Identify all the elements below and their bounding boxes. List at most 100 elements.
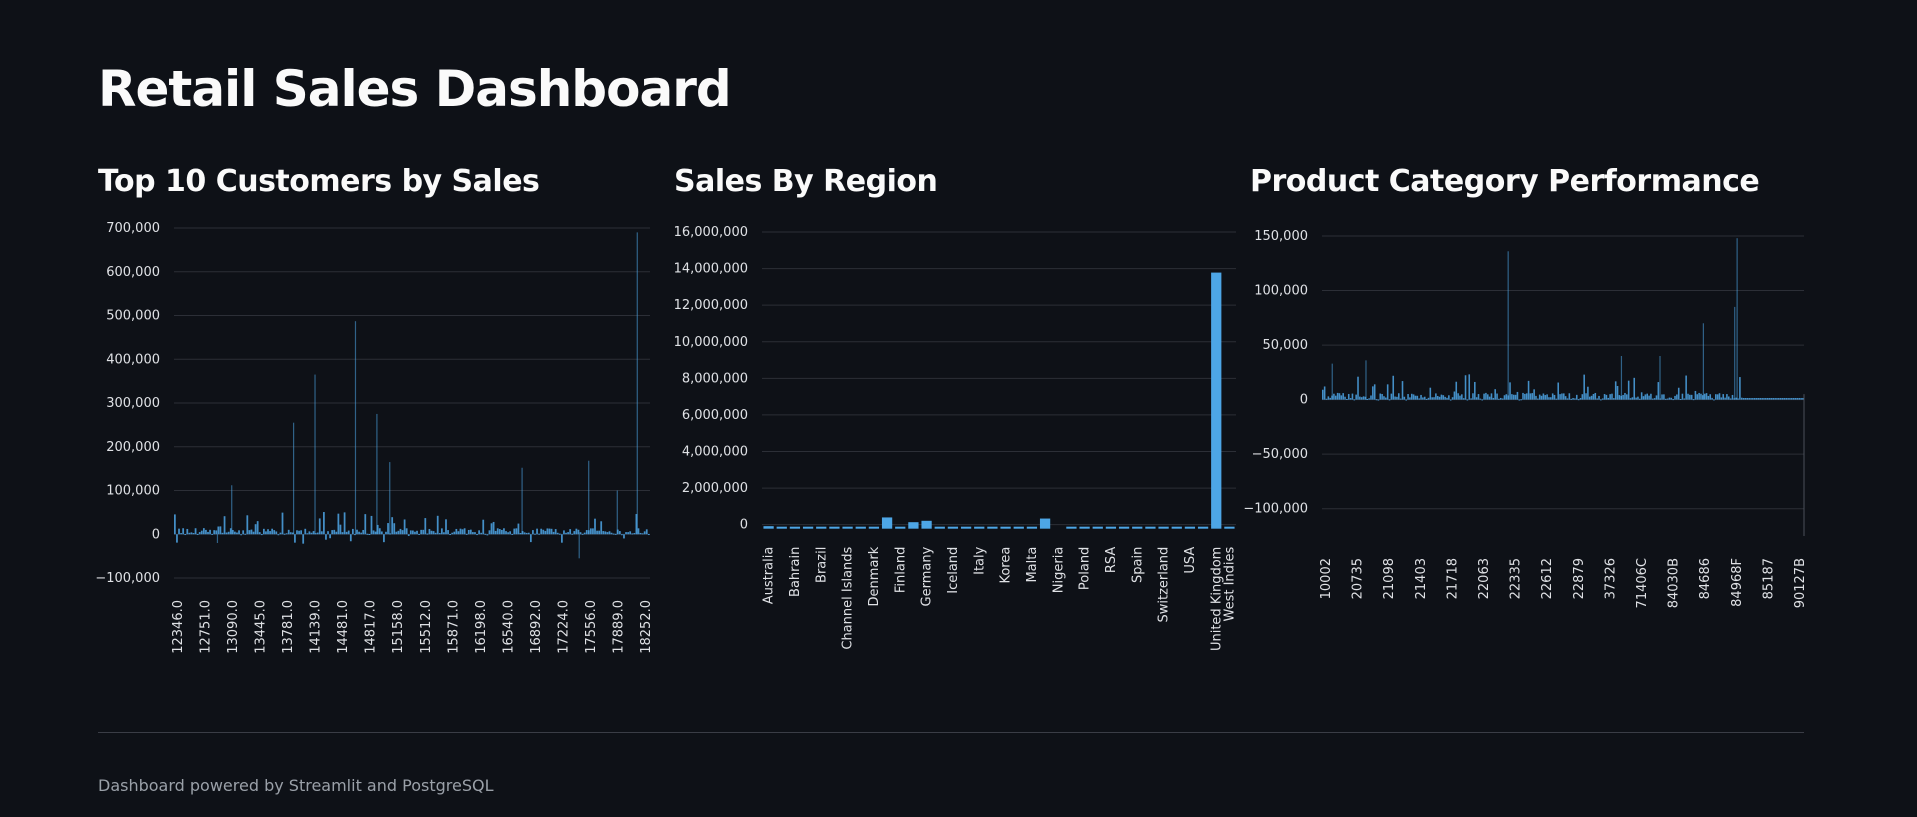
data-bar <box>1372 386 1374 400</box>
data-bar <box>515 528 518 535</box>
data-bar <box>1789 398 1791 400</box>
data-bar <box>578 534 580 559</box>
x-tick-label: Australia <box>762 547 777 605</box>
data-bar <box>225 532 228 535</box>
data-bar <box>1449 399 1452 401</box>
data-bar <box>440 528 443 535</box>
x-tick-label: West Indies <box>1222 546 1237 621</box>
data-bar <box>1527 380 1530 400</box>
customers-sales-chart[interactable]: −100,000 0 100,000 200,000 300,000 400,000 500… <box>95 210 658 654</box>
x-tick-label: 22335 <box>1509 558 1524 599</box>
data-bar <box>265 531 267 535</box>
data-bar <box>1676 394 1678 400</box>
data-bar <box>463 528 466 535</box>
x-tick-label: 85187 <box>1761 558 1776 599</box>
data-bar <box>1440 394 1443 400</box>
data-bar <box>372 530 375 535</box>
data-bar <box>643 531 646 535</box>
data-bar <box>1420 394 1422 400</box>
data-bar <box>1492 397 1495 400</box>
data-bar <box>387 523 389 535</box>
data-bar <box>192 533 195 535</box>
data-bar <box>1707 395 1710 400</box>
data-bar <box>316 532 319 535</box>
data-bar <box>1637 396 1639 400</box>
x-tick-label: 15512.0 <box>419 600 434 654</box>
data-bar <box>1650 393 1652 400</box>
x-tick-label: 22063 <box>1477 558 1492 599</box>
data-bar <box>488 530 491 535</box>
data-bar <box>244 533 247 535</box>
data-bar <box>573 531 576 535</box>
data-bar <box>260 534 263 536</box>
data-bar <box>1703 393 1706 400</box>
data-bar <box>546 528 549 535</box>
data-bar <box>254 524 257 535</box>
data-bar <box>1696 394 1699 400</box>
y-tick-label: 0 <box>152 527 160 542</box>
data-bar <box>1709 394 1712 400</box>
data-bar <box>1470 398 1472 400</box>
data-bar <box>434 532 437 535</box>
data-bar <box>1507 251 1509 400</box>
data-bar <box>974 526 985 529</box>
data-bar <box>335 531 338 535</box>
data-bar <box>1514 394 1517 400</box>
data-bar <box>215 530 218 535</box>
data-bar <box>592 528 594 535</box>
data-bar <box>1474 381 1476 400</box>
data-bar <box>1365 360 1367 400</box>
data-bar <box>625 532 627 535</box>
data-bar <box>1353 399 1356 401</box>
region-sales-chart[interactable]: 0 2,000,000 4,000,000 6,000,000 8,000,000 10,… <box>674 210 1238 651</box>
data-bar <box>1798 398 1801 400</box>
data-bar <box>1472 393 1474 400</box>
data-bar <box>176 534 178 543</box>
data-bar <box>1132 526 1143 529</box>
data-bar <box>604 531 607 535</box>
product-category-chart[interactable]: −100,000 −50,000 0 50,000 100,000 150,000 1000… <box>1243 210 1810 650</box>
data-bar <box>532 530 534 535</box>
x-tick-label: 10002 <box>1319 558 1334 599</box>
data-bar <box>881 517 893 529</box>
data-bar <box>496 528 499 535</box>
x-tick-label: 15158.0 <box>391 600 406 654</box>
data-bar <box>829 526 840 529</box>
data-bar <box>202 528 205 535</box>
data-bar <box>323 512 325 535</box>
x-tick-label: 16892.0 <box>529 600 544 654</box>
data-bar <box>1759 398 1762 400</box>
data-bar <box>252 531 255 535</box>
data-bar <box>1629 398 1632 400</box>
data-bar <box>1498 398 1500 400</box>
x-tick-label: 84968F <box>1730 558 1745 607</box>
data-bar <box>507 532 509 535</box>
data-bar <box>575 528 578 535</box>
data-bar <box>296 530 298 535</box>
data-bar <box>1731 394 1734 400</box>
footer-text: Dashboard powered by Streamlit and Postg… <box>98 776 494 795</box>
data-bar <box>1687 393 1689 400</box>
data-bar <box>523 532 526 535</box>
data-bar <box>1685 375 1687 400</box>
data-bar <box>1559 394 1561 400</box>
data-bar <box>484 533 487 535</box>
data-bar <box>362 529 365 535</box>
data-bar <box>1722 394 1725 400</box>
y-tick-label: 0 <box>740 518 748 533</box>
data-bar <box>1373 384 1376 400</box>
data-bar <box>641 533 644 535</box>
data-bar <box>279 532 282 535</box>
data-bar <box>1622 394 1624 400</box>
data-bar <box>391 517 394 535</box>
data-bar <box>498 529 501 535</box>
y-tick-label: 50,000 <box>1263 338 1309 353</box>
data-bar <box>461 529 464 535</box>
data-bar <box>1410 393 1413 400</box>
data-bar <box>1390 393 1393 400</box>
data-bar <box>1648 395 1650 400</box>
data-bar <box>364 514 367 535</box>
data-bar <box>1512 394 1515 400</box>
data-bar <box>577 529 580 535</box>
data-bar <box>563 530 565 535</box>
